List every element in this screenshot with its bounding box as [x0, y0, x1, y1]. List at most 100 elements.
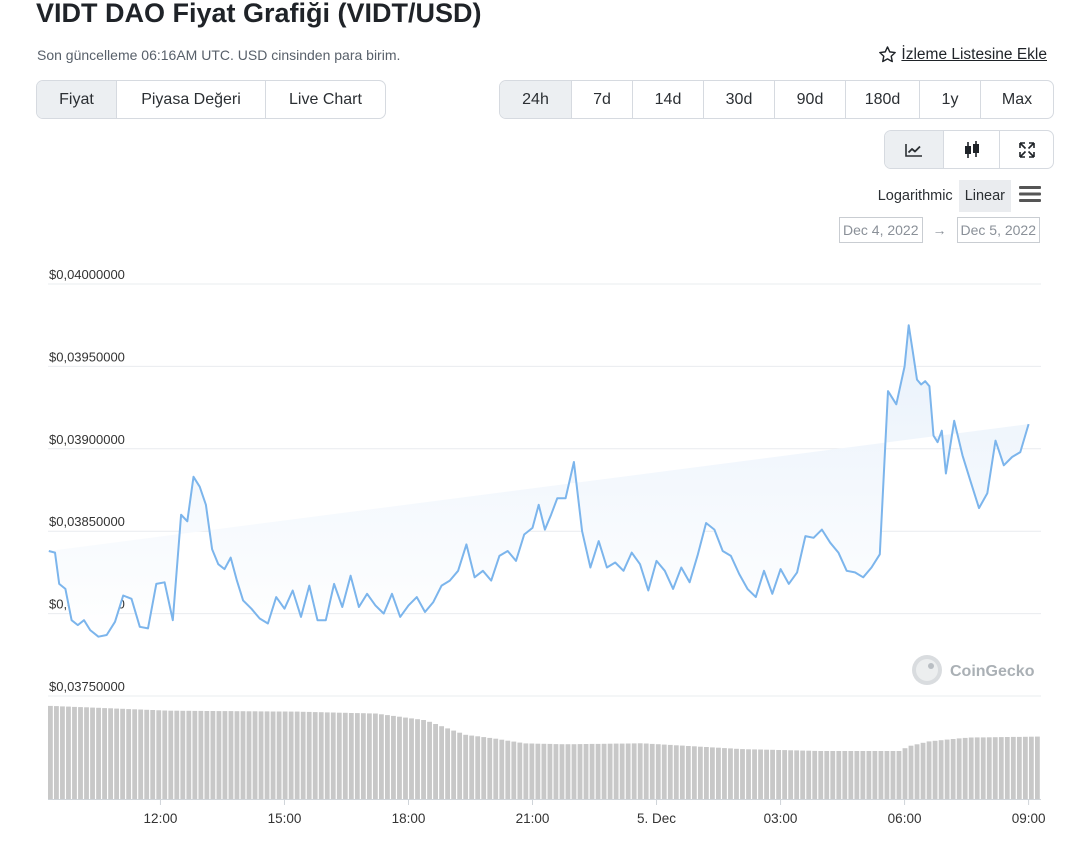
volume-bar	[234, 711, 240, 799]
price-chart[interactable]: $0,03750000$0,03800000$0,03850000$0,0390…	[0, 0, 1071, 846]
volume-bar	[920, 742, 926, 799]
y-tick-label: $0,03900000	[49, 432, 125, 447]
x-tick-label: 06:00	[888, 811, 922, 826]
volume-bar	[409, 718, 414, 799]
volume-bar	[830, 751, 836, 799]
volume-bar	[372, 713, 378, 799]
volume-bar	[192, 710, 198, 799]
volume-bar	[475, 736, 481, 799]
volume-bar	[493, 738, 499, 799]
volume-bar	[619, 743, 625, 799]
volume-bar	[511, 741, 517, 799]
volume-bar	[336, 712, 342, 799]
volume-bar	[126, 709, 132, 799]
volume-bar	[469, 735, 475, 799]
volume-bar	[282, 711, 288, 799]
volume-bar	[132, 709, 138, 799]
watermark-text: CoinGecko	[950, 663, 1035, 680]
volume-bar	[78, 707, 83, 799]
volume-bar	[770, 749, 775, 799]
volume-bar	[926, 741, 932, 799]
volume-bar	[403, 717, 408, 799]
volume-bar	[306, 711, 312, 799]
volume-bar	[577, 744, 583, 799]
volume-bar	[186, 710, 192, 799]
volume-bar	[1004, 737, 1010, 799]
y-tick-label: $0,03950000	[49, 349, 125, 364]
volume-bar	[950, 739, 956, 799]
volume-bar	[433, 724, 438, 799]
volume-bar	[842, 751, 848, 799]
volume-bar	[270, 711, 276, 799]
y-tick-label: $0,04000000	[49, 267, 125, 282]
volume-bar	[246, 711, 252, 799]
volume-bar	[980, 737, 986, 799]
volume-bar	[1010, 736, 1016, 799]
volume-bar	[1028, 736, 1034, 799]
volume-bar	[379, 714, 384, 799]
volume-bar	[342, 712, 348, 799]
volume-bar	[956, 738, 962, 799]
volume-bar	[986, 737, 992, 799]
volume-bar	[968, 737, 974, 799]
volume-bar	[902, 748, 908, 799]
volume-bar	[138, 709, 144, 799]
volume-bar	[836, 751, 842, 799]
volume-bar	[366, 713, 372, 799]
volume-bar	[457, 732, 463, 799]
volume-bar	[884, 751, 890, 799]
volume-bar	[812, 750, 818, 799]
volume-bar	[294, 711, 300, 799]
volume-bar	[240, 711, 246, 799]
volume-bar	[318, 712, 324, 799]
y-axis-labels: $0,03750000$0,03800000$0,03850000$0,0390…	[49, 267, 125, 694]
volume-bar	[896, 751, 902, 799]
volume-bar	[421, 720, 426, 799]
x-tick-label: 12:00	[144, 811, 178, 826]
volume-bar	[625, 743, 631, 799]
volume-bar	[998, 737, 1004, 799]
volume-bar	[312, 712, 318, 799]
volume-bar	[427, 721, 432, 799]
volume-bar	[794, 750, 800, 799]
volume-bar	[607, 743, 613, 799]
volume-bar	[655, 744, 661, 799]
volume-bar	[1022, 736, 1028, 799]
volume-bar	[890, 751, 896, 799]
volume-bar	[565, 744, 571, 799]
volume-bar	[204, 711, 210, 799]
volume-bar	[866, 751, 872, 799]
volume-bar	[703, 747, 709, 799]
volume-bar	[222, 711, 228, 799]
volume-bar	[800, 750, 806, 799]
volume-bar	[264, 711, 270, 799]
volume-bar	[734, 748, 739, 799]
volume-bar	[631, 743, 637, 799]
volume-bar	[637, 743, 643, 799]
volume-bar	[1016, 736, 1022, 799]
volume-bar	[962, 737, 968, 799]
volume-bar	[691, 746, 697, 799]
volume-bar	[854, 751, 860, 799]
y-tick-label: $0,03850000	[49, 514, 125, 529]
x-tick-label: 21:00	[516, 811, 550, 826]
volume-bar	[661, 744, 667, 799]
volume-bar	[330, 712, 336, 799]
volume-bar	[860, 751, 866, 799]
volume-bar	[324, 712, 330, 799]
volume-bar	[649, 743, 655, 799]
volume-bar	[54, 706, 59, 799]
volume-bar	[385, 715, 390, 799]
volume-bar	[728, 748, 733, 799]
volume-bar	[288, 711, 294, 799]
volume-bar	[481, 737, 487, 799]
volume-bar	[914, 744, 920, 799]
volume-bar	[878, 751, 884, 799]
volume-bar	[722, 748, 727, 799]
volume-bar	[499, 739, 505, 799]
volume-bar	[818, 751, 824, 799]
volume-bar	[228, 711, 234, 799]
x-axis-labels: 12:00 15:00 18:00 21:00 5. Dec 03:00 06:00 09:0…	[144, 799, 1045, 826]
volume-bar	[162, 710, 168, 799]
volume-bar	[523, 743, 529, 799]
